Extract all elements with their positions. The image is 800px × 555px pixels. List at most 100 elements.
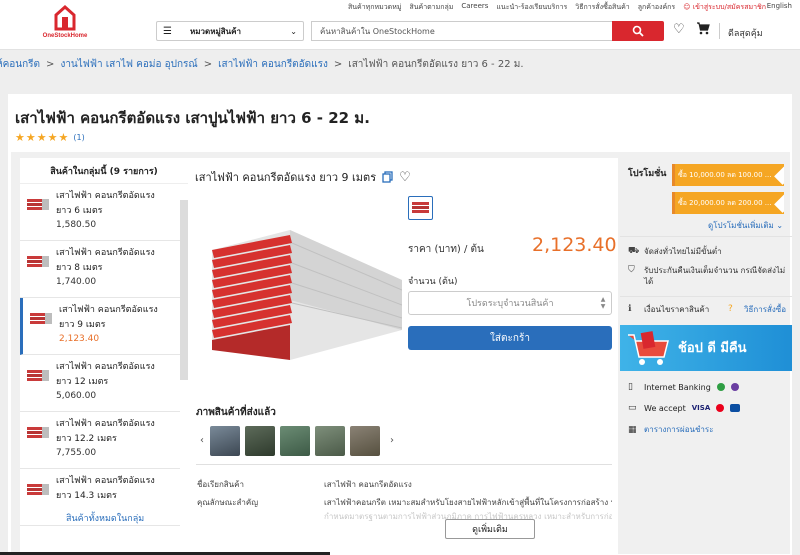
installment-text: ตารางการผ่อนชำระ [644, 425, 714, 434]
promo-label: โปรโมชั่น [628, 169, 667, 179]
star-icon: ★ [58, 131, 69, 144]
table-icon: ▦ [628, 424, 637, 435]
delivered-photos-title: ภาพสินค้าที่ส่งแล้ว [196, 407, 276, 418]
group-list-item[interactable]: เสาไฟฟ้า คอนกรีตอัดแรง ยาว 6 เมตร 1,580.… [20, 184, 180, 241]
variant-swatch[interactable] [408, 196, 433, 220]
group-list-item[interactable]: เสาไฟฟ้า คอนกรีตอัดแรง ยาว 8 เมตร 1,740.… [20, 241, 180, 298]
item-price: 1,740.00 [56, 277, 97, 287]
review-count[interactable]: (1) [73, 133, 84, 142]
card-payment-row: ▭ We accept VISA [628, 403, 741, 413]
refund-info: ⛉ รับประกันคืนเงินเต็มจำนวน กรณีจัดส่งไม่… [628, 265, 790, 287]
breadcrumb-item[interactable]: งานไฟฟ้า เสาไฟ คอม่อ อุปกรณ์ [60, 57, 197, 72]
more-promo-link[interactable]: ดูโปรโมชั่นเพิ่มเติม ⌄ [708, 219, 783, 232]
star-icon: ★ [15, 131, 25, 144]
language-switch[interactable]: English [767, 2, 792, 10]
spec-value: เสาไฟฟ้าคอนกรีต เหมาะสมสำหรับโยงสายไฟฟ้า… [324, 498, 612, 507]
price-label: ราคา (บาท) / ต้น [408, 244, 484, 255]
view-all-link[interactable]: สินค้าทั้งหมดในกลุ่ม [66, 511, 188, 525]
user-icon: ☺ [683, 3, 693, 11]
product-image [212, 230, 402, 360]
shopping-cart-icon [628, 331, 669, 365]
breadcrumb-item[interactable]: เสาไฟฟ้า คอนกรีตอัดแรง [218, 57, 328, 72]
cart-icon[interactable] [696, 22, 710, 39]
header-divider [719, 23, 720, 39]
logo[interactable]: OneStockHome [36, 3, 94, 47]
bank-logo-icon [716, 383, 725, 391]
banner-text: ช้อป ดี มีคืน [678, 341, 747, 356]
product-card: เสาไฟฟ้า คอนกรีตอัดแรง เสาปูนไฟฟ้า ยาว 6… [8, 94, 792, 555]
product-detail-title: เสาไฟฟ้า คอนกรีตอัดแรง ยาว 9 เมตร [195, 171, 377, 184]
gallery-thumbnail[interactable] [245, 426, 275, 456]
gallery-thumbnail[interactable] [315, 426, 345, 456]
see-more-button[interactable]: ดูเพิ่มเติม [445, 519, 535, 539]
breadcrumb-item[interactable]: ห์คอนกรีต [0, 57, 40, 72]
copy-icon[interactable] [382, 171, 393, 183]
breadcrumb-current: เสาไฟฟ้า คอนกรีตอัดแรง ยาว 6 - 22 ม. [348, 58, 524, 70]
internet-banking-label: Internet Banking [644, 382, 711, 392]
gallery-thumbnail[interactable] [350, 426, 380, 456]
deals-link[interactable]: ดีลสุดคุ้ม [728, 26, 763, 40]
heart-icon[interactable]: ♡ [399, 170, 411, 185]
quantity-placeholder: โปรดระบุจำนวนสินค้า [466, 299, 554, 309]
chevron-left-icon[interactable]: ‹ [200, 435, 204, 446]
coupon[interactable]: ซื้อ 20,000.00 ลด 200.00 ... [672, 192, 784, 214]
login-link[interactable]: ☺ เข้าสู่ระบบ/สมัครสมาชิก [683, 2, 766, 13]
product-thumbnail [27, 370, 49, 381]
menu-icon: ☰ [163, 25, 172, 37]
category-label: หมวดหมู่สินค้า [189, 26, 241, 36]
mastercard-icon [716, 404, 725, 412]
quantity-input[interactable]: โปรดระบุจำนวนสินค้า ▲ ▼ [408, 291, 612, 315]
rating[interactable]: ★ ★ ★ ★ ★ (1) [15, 132, 85, 143]
quantity-stepper[interactable]: ▲ ▼ [599, 296, 607, 310]
breadcrumb: ห์คอนกรีต > งานไฟฟ้า เสาไฟ คอม่อ อุปกรณ์… [0, 56, 800, 72]
group-list-item[interactable]: เสาไฟฟ้า คอนกรีตอัดแรง ยาว 12.2 เมตร 7,7… [20, 412, 180, 469]
gallery-thumbnail[interactable] [210, 426, 240, 456]
item-name: เสาไฟฟ้า คอนกรีตอัดแรง ยาว 8 เมตร [56, 248, 155, 273]
login-label: เข้าสู่ระบบ/สมัครสมาชิก [692, 3, 766, 11]
divider [620, 236, 792, 237]
category-dropdown[interactable]: ☰ หมวดหมู่สินค้า ⌄ [156, 21, 304, 41]
top-link-all-categories[interactable]: สินค้าทุกหมวดหมู่ [348, 2, 401, 13]
page-title: เสาไฟฟ้า คอนกรีตอัดแรง เสาปูนไฟฟ้า ยาว 6… [15, 109, 370, 127]
promo-banner[interactable]: ช้อป ดี มีคืน [620, 325, 792, 371]
top-link-howto[interactable]: วิธีการสั่งซื้อสินค้า [575, 2, 629, 13]
gallery-thumbnail[interactable] [280, 426, 310, 456]
top-link-feedback[interactable]: แนะนำ-ร้องเรียนบริการ [496, 2, 567, 13]
search-input[interactable]: ค้นหาสินค้าใน OneStockHome [311, 21, 613, 41]
group-list-item[interactable]: เสาไฟฟ้า คอนกรีตอัดแรง ยาว 12 เมตร 5,060… [20, 355, 180, 412]
heart-icon[interactable]: ♡ [673, 22, 685, 37]
group-list-item-selected[interactable]: เสาไฟฟ้า คอนกรีตอัดแรง ยาว 9 เมตร 2,123.… [20, 298, 180, 355]
group-list-heading: สินค้าในกลุ่มนี้ (9 รายการ) [20, 158, 188, 184]
top-link-groups[interactable]: สินค้าตามกลุ่ม [409, 2, 453, 13]
quantity-label: จำนวน (ต้น) [408, 277, 458, 287]
shield-icon: ⛉ [628, 265, 635, 275]
chevron-right-icon[interactable]: › [390, 435, 394, 446]
header: OneStockHome ☰ หมวดหมู่สินค้า ⌄ ค้นหาสิน… [0, 4, 800, 50]
item-price: 7,755.00 [56, 448, 97, 458]
product-detail: เสาไฟฟ้า คอนกรีตอัดแรง ยาว 9 เมตร ♡ ราคา… [188, 158, 618, 555]
coupon[interactable]: ซื้อ 10,000.00 ลด 100.00 ... [672, 164, 784, 186]
shipping-info: ⛟ จัดส่งทั่วไทยไม่มีขั้นต่ำ [628, 246, 790, 257]
howto-link[interactable]: ? วิธีการสั่งซื้อ [728, 304, 792, 315]
internet-banking-row: ▯ Internet Banking [628, 382, 739, 392]
add-to-cart-button[interactable]: ใส่ตะกร้า [408, 326, 612, 350]
jcb-icon [730, 404, 741, 412]
star-icon: ★ [25, 131, 36, 144]
logo-text: OneStockHome [42, 33, 88, 39]
installment-link[interactable]: ▦ ตารางการผ่อนชำระ [628, 423, 714, 436]
product-thumbnail [30, 313, 52, 324]
promo-column: โปรโมชั่น ซื้อ 10,000.00 ลด 100.00 ... ซ… [620, 158, 792, 555]
top-link-corporate[interactable]: ลูกค้าองค์กร [638, 2, 675, 13]
group-list: สินค้าในกลุ่มนี้ (9 รายการ) เสาไฟฟ้า คอน… [20, 158, 188, 555]
top-links: สินค้าทุกหมวดหมู่ สินค้าตามกลุ่ม Careers… [348, 2, 766, 13]
search-button[interactable] [612, 21, 664, 41]
item-name: เสาไฟฟ้า คอนกรีตอัดแรง ยาว 6 เมตร [56, 191, 155, 216]
howto-text: วิธีการสั่งซื้อ [744, 305, 787, 314]
product-thumbnail [27, 427, 49, 438]
product-thumbnail [27, 256, 49, 267]
scrollbar[interactable] [180, 200, 188, 380]
phone-icon: ▯ [628, 382, 633, 392]
top-link-careers[interactable]: Careers [461, 2, 488, 13]
star-icon: ★ [47, 131, 58, 144]
spec-key: ชื่อเรียกสินค้า [197, 480, 244, 489]
